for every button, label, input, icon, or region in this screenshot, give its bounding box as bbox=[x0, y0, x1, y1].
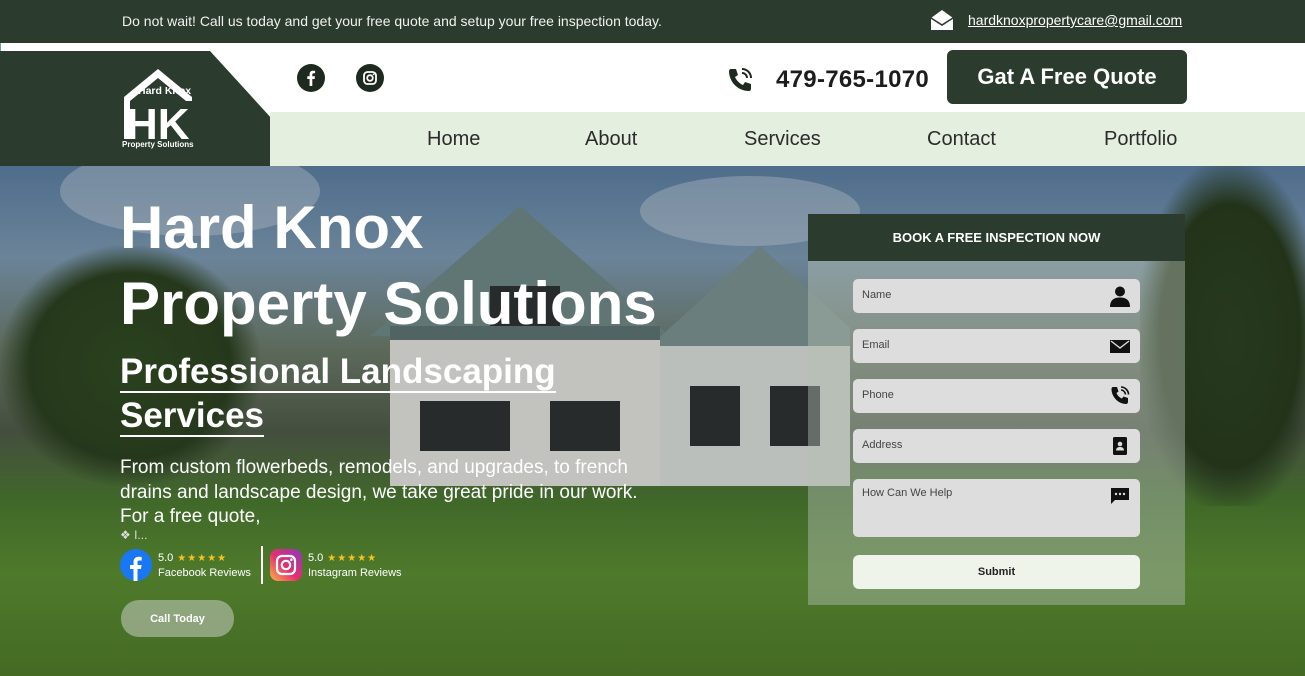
submit-button[interactable]: Submit bbox=[853, 555, 1140, 589]
logo-name: Hard Knox bbox=[138, 85, 191, 97]
reviews-divider bbox=[261, 546, 263, 584]
envelope-open-icon bbox=[930, 10, 954, 30]
facebook-reviews[interactable]: 5.0 ★★★★★ Facebook Reviews bbox=[120, 546, 260, 584]
envelope-icon bbox=[1110, 340, 1130, 353]
form-heading: BOOK A FREE INSPECTION NOW bbox=[808, 214, 1185, 261]
call-today-button[interactable]: Call Today bbox=[121, 600, 234, 637]
hero-subtitle: Professional Landscaping Services bbox=[120, 350, 600, 438]
facebook-score: 5.0 bbox=[158, 552, 174, 564]
nav-portfolio[interactable]: Portfolio bbox=[1104, 128, 1177, 151]
facebook-link[interactable] bbox=[297, 64, 325, 92]
help-message-label: How Can We Help bbox=[862, 487, 953, 499]
address-book-icon bbox=[1113, 437, 1127, 455]
address-field-label: Address bbox=[862, 439, 903, 451]
phone-field[interactable]: Phone bbox=[853, 379, 1140, 413]
facebook-reviews-label: Facebook Reviews bbox=[158, 567, 251, 579]
hero-subtitle-line1: Professional Landscaping bbox=[120, 352, 556, 393]
top-bar: Do not wait! Call us today and get your … bbox=[0, 0, 1305, 43]
hero-title: Hard Knox Property Solutions bbox=[120, 190, 760, 342]
nav-services[interactable]: Services bbox=[744, 128, 821, 151]
main-nav: Home About Services Contact Portfolio bbox=[270, 112, 1305, 166]
hero-description: From custom flowerbeds, remodels, and up… bbox=[120, 457, 638, 527]
email-link[interactable]: hardknoxpropertycare@gmail.com bbox=[968, 12, 1182, 28]
instagram-reviews[interactable]: 5.0 ★★★★★ Instagram Reviews bbox=[270, 546, 410, 584]
instagram-score: 5.0 bbox=[308, 552, 324, 564]
help-message-field[interactable]: How Can We Help bbox=[853, 479, 1140, 537]
person-icon bbox=[1110, 286, 1130, 307]
instagram-reviews-label: Instagram Reviews bbox=[308, 567, 402, 579]
phone-number[interactable]: 479-765-1070 bbox=[776, 66, 929, 94]
phone-ringing-icon bbox=[729, 68, 752, 91]
nav-about[interactable]: About bbox=[585, 128, 637, 151]
company-logo[interactable]: Hard Knox HK Property Solutions bbox=[120, 67, 200, 149]
instagram-stars: ★★★★★ bbox=[327, 553, 378, 564]
free-quote-button[interactable]: Gat A Free Quote bbox=[947, 50, 1187, 104]
hero-title-line1: Hard Knox bbox=[120, 194, 424, 261]
read-more-link[interactable]: ❖ I... bbox=[120, 528, 147, 542]
facebook-stars: ★★★★★ bbox=[177, 553, 228, 564]
nav-home[interactable]: Home bbox=[427, 128, 480, 151]
hero-subtitle-line2: Services bbox=[120, 396, 265, 437]
top-bar-message: Do not wait! Call us today and get your … bbox=[122, 13, 662, 29]
phone-icon bbox=[1111, 386, 1130, 404]
logo-tagline: Property Solutions bbox=[122, 140, 194, 149]
facebook-icon bbox=[298, 65, 324, 91]
phone-field-label: Phone bbox=[862, 389, 894, 401]
name-field[interactable]: Name bbox=[853, 279, 1140, 313]
email-field[interactable]: Email bbox=[853, 329, 1140, 363]
inspection-form: BOOK A FREE INSPECTION NOW Name Email Ph… bbox=[808, 214, 1185, 605]
nav-contact[interactable]: Contact bbox=[927, 128, 996, 151]
instagram-logo-icon bbox=[270, 549, 302, 581]
facebook-logo-icon bbox=[120, 549, 152, 581]
instagram-link[interactable] bbox=[356, 64, 384, 92]
instagram-icon bbox=[357, 65, 383, 91]
email-field-label: Email bbox=[862, 339, 890, 351]
name-field-label: Name bbox=[862, 289, 892, 301]
hero-title-line2: Property Solutions bbox=[120, 270, 657, 337]
address-field[interactable]: Address bbox=[853, 429, 1140, 463]
chat-icon bbox=[1111, 488, 1129, 504]
